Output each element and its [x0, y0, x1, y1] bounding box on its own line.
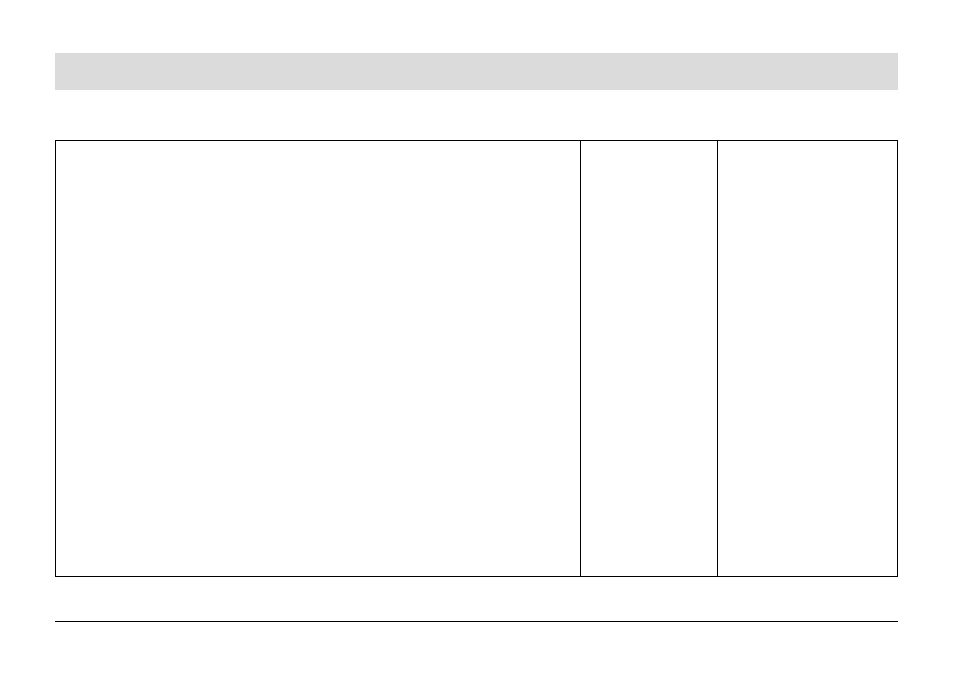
- column-divider: [580, 141, 581, 576]
- table-frame: [55, 140, 898, 577]
- column-divider: [717, 141, 718, 576]
- horizontal-rule: [55, 621, 898, 622]
- header-bar: [55, 53, 898, 90]
